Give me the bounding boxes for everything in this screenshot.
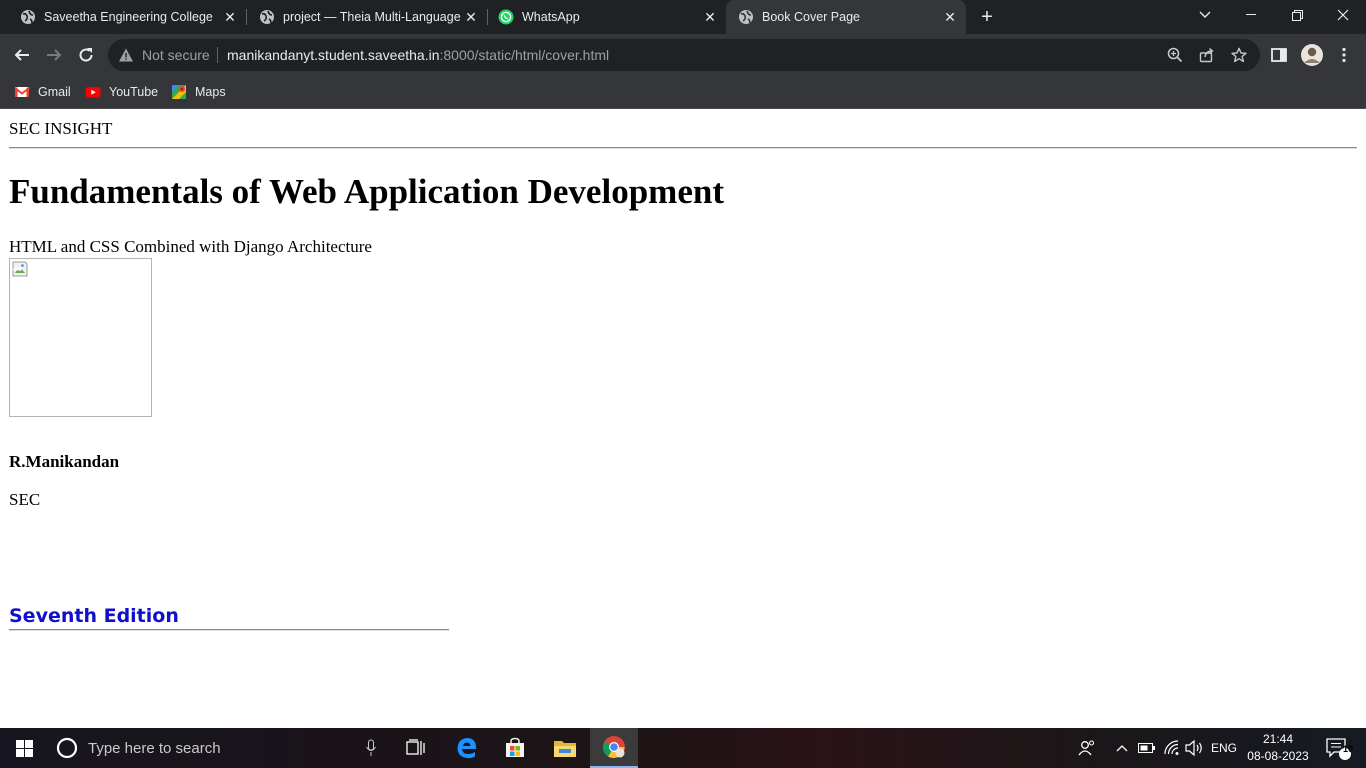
tab-title: WhatsApp bbox=[522, 10, 580, 24]
file-explorer-taskbar-button[interactable] bbox=[543, 728, 587, 768]
youtube-icon bbox=[85, 87, 101, 98]
windows-taskbar: Type here to search ENG 21:44 08-08-2023… bbox=[0, 728, 1366, 768]
gmail-icon bbox=[14, 87, 30, 97]
profile-avatar[interactable] bbox=[1300, 43, 1324, 67]
browser-toolbar: Not secure manikandanyt.student.saveetha… bbox=[0, 34, 1366, 76]
tab-strip: Saveetha Engineering College ✕ project —… bbox=[0, 0, 1366, 34]
restore-button[interactable] bbox=[1274, 0, 1320, 30]
new-tab-button[interactable]: + bbox=[976, 6, 998, 28]
book-subtitle: HTML and CSS Combined with Django Archit… bbox=[9, 237, 372, 256]
share-icon[interactable] bbox=[1199, 47, 1215, 63]
chrome-icon bbox=[602, 736, 625, 758]
reload-icon bbox=[79, 48, 93, 62]
address-bar[interactable]: Not secure manikandanyt.student.saveetha… bbox=[108, 39, 1260, 71]
security-label[interactable]: Not secure bbox=[142, 47, 210, 63]
warning-icon bbox=[119, 48, 133, 62]
volume-icon bbox=[1185, 740, 1202, 756]
tab-title: Saveetha Engineering College bbox=[44, 10, 213, 24]
minimize-button[interactable] bbox=[1228, 0, 1274, 30]
edition-divider bbox=[9, 629, 449, 631]
more-menu-icon[interactable] bbox=[1336, 46, 1352, 64]
bookmark-label: Maps bbox=[195, 85, 226, 99]
battery-icon bbox=[1138, 743, 1155, 753]
battery-button[interactable] bbox=[1136, 728, 1158, 768]
windows-logo-icon bbox=[15, 739, 33, 757]
restore-icon bbox=[1291, 9, 1303, 21]
bookmark-star-icon[interactable] bbox=[1231, 47, 1247, 63]
omnibox-divider bbox=[217, 47, 218, 63]
header-divider bbox=[9, 147, 1357, 149]
action-center-button[interactable]: 10 bbox=[1318, 728, 1358, 768]
forward-button[interactable] bbox=[40, 41, 68, 69]
close-tab-icon[interactable]: ✕ bbox=[940, 7, 960, 27]
bookmark-maps[interactable]: Maps bbox=[171, 83, 226, 101]
chevron-up-icon bbox=[1116, 745, 1128, 752]
whatsapp-icon bbox=[498, 9, 514, 25]
book-title: Fundamentals of Web Application Developm… bbox=[9, 172, 724, 211]
tab-saveetha[interactable]: Saveetha Engineering College ✕ bbox=[0, 0, 246, 34]
bookmark-label: YouTube bbox=[109, 85, 159, 99]
taskbar-search[interactable]: Type here to search bbox=[48, 728, 390, 768]
start-button[interactable] bbox=[0, 728, 48, 768]
tab-book-cover[interactable]: Book Cover Page ✕ bbox=[726, 0, 966, 34]
people-button[interactable] bbox=[1074, 728, 1100, 768]
store-taskbar-button[interactable] bbox=[493, 728, 537, 768]
task-view-button[interactable] bbox=[395, 728, 437, 768]
url-path: :8000/static/html/cover.html bbox=[439, 47, 610, 63]
cortana-circle-icon bbox=[56, 737, 78, 759]
globe-icon bbox=[260, 10, 274, 24]
system-clock[interactable]: 21:44 08-08-2023 bbox=[1244, 731, 1312, 765]
notification-count: 10 bbox=[1342, 744, 1353, 754]
tab-whatsapp[interactable]: WhatsApp ✕ bbox=[478, 0, 726, 34]
edge-taskbar-button[interactable] bbox=[445, 728, 489, 768]
chrome-taskbar-button[interactable] bbox=[590, 728, 638, 768]
input-language[interactable]: ENG bbox=[1208, 728, 1240, 768]
edge-icon bbox=[457, 738, 477, 759]
bookmark-youtube[interactable]: YouTube bbox=[85, 83, 158, 101]
people-icon bbox=[1078, 740, 1095, 756]
bookmarks-bar: Gmail YouTube Maps bbox=[0, 76, 1366, 109]
chevron-down-icon bbox=[1199, 11, 1211, 18]
bookmark-gmail[interactable]: Gmail bbox=[14, 83, 71, 101]
tab-theia[interactable]: project — Theia Multi-Language ✕ bbox=[239, 0, 487, 34]
tab-title: project — Theia Multi-Language bbox=[283, 10, 461, 24]
close-tab-icon[interactable]: ✕ bbox=[220, 7, 240, 27]
reload-button[interactable] bbox=[72, 41, 100, 69]
task-view-icon bbox=[406, 739, 425, 755]
show-hidden-icons-button[interactable] bbox=[1112, 728, 1132, 768]
broken-image-icon bbox=[12, 261, 28, 277]
minimize-icon bbox=[1246, 14, 1256, 15]
close-window-button[interactable] bbox=[1320, 0, 1366, 30]
clock-time: 21:44 bbox=[1262, 732, 1294, 746]
bookmark-label: Gmail bbox=[38, 85, 71, 99]
cover-image bbox=[9, 258, 152, 417]
url-host: manikandanyt.student.saveetha.in bbox=[227, 47, 440, 63]
tab-search-button[interactable] bbox=[1182, 0, 1228, 30]
maps-icon bbox=[172, 85, 186, 99]
edition-label: Seventh Edition bbox=[9, 605, 179, 627]
side-panel-icon[interactable] bbox=[1270, 46, 1288, 64]
arrow-left-icon bbox=[14, 49, 29, 61]
close-tab-icon[interactable]: ✕ bbox=[700, 7, 720, 27]
volume-button[interactable] bbox=[1183, 728, 1207, 768]
institution-name: SEC bbox=[9, 490, 41, 509]
back-button[interactable] bbox=[8, 41, 36, 69]
wifi-icon bbox=[1164, 740, 1179, 755]
close-icon bbox=[1337, 9, 1349, 21]
arrow-right-icon bbox=[47, 49, 62, 61]
wifi-button[interactable] bbox=[1160, 728, 1184, 768]
globe-icon bbox=[739, 10, 753, 24]
store-icon bbox=[506, 737, 524, 757]
zoom-icon[interactable] bbox=[1167, 47, 1183, 63]
microphone-icon[interactable] bbox=[365, 739, 377, 757]
brand-name: SEC INSIGHT bbox=[9, 119, 113, 138]
web-page: SEC INSIGHT Fundamentals of Web Applicat… bbox=[0, 109, 1366, 728]
url-text[interactable]: manikandanyt.student.saveetha.in:8000/st… bbox=[227, 47, 609, 63]
search-placeholder: Type here to search bbox=[88, 739, 221, 757]
clock-date: 08-08-2023 bbox=[1247, 749, 1309, 763]
author-name: R.Manikandan bbox=[9, 452, 120, 471]
globe-icon bbox=[21, 10, 35, 24]
tab-title: Book Cover Page bbox=[762, 10, 860, 24]
folder-icon bbox=[554, 741, 576, 757]
